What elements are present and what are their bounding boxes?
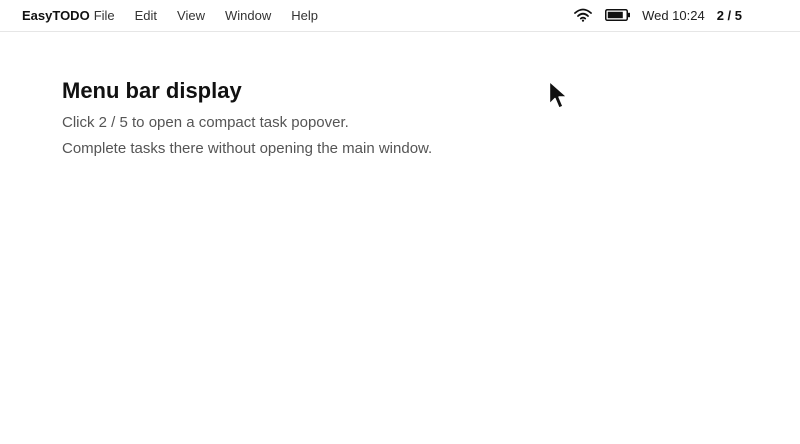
mouse-pointer-icon bbox=[548, 80, 570, 112]
main-content: Menu bar display Click 2 / 5 to open a c… bbox=[62, 78, 432, 165]
battery-icon[interactable] bbox=[605, 8, 631, 22]
menu-file[interactable]: File bbox=[94, 8, 115, 23]
app-name-menu[interactable]: EasyTODO bbox=[22, 8, 90, 23]
description-line-1: Click 2 / 5 to open a compact task popov… bbox=[62, 114, 349, 131]
menu-help[interactable]: Help bbox=[291, 8, 318, 23]
menu-bar-status-area: Wed 10:24 2 / 5 bbox=[573, 0, 742, 30]
description-line-2: Complete tasks there without opening the… bbox=[62, 140, 433, 157]
menu-bar: EasyTODO File Edit View Window Help Wed … bbox=[0, 0, 800, 32]
page-title: Menu bar display bbox=[62, 78, 242, 103]
menu-bar-left: EasyTODO File Edit View Window Help bbox=[22, 0, 338, 30]
menu-view[interactable]: View bbox=[177, 8, 205, 23]
task-count-menu-item[interactable]: 2 / 5 bbox=[717, 8, 742, 23]
menu-window[interactable]: Window bbox=[225, 8, 271, 23]
menu-edit[interactable]: Edit bbox=[135, 8, 157, 23]
menu-bar-clock[interactable]: Wed 10:24 bbox=[642, 8, 705, 23]
wifi-icon[interactable] bbox=[573, 7, 593, 23]
